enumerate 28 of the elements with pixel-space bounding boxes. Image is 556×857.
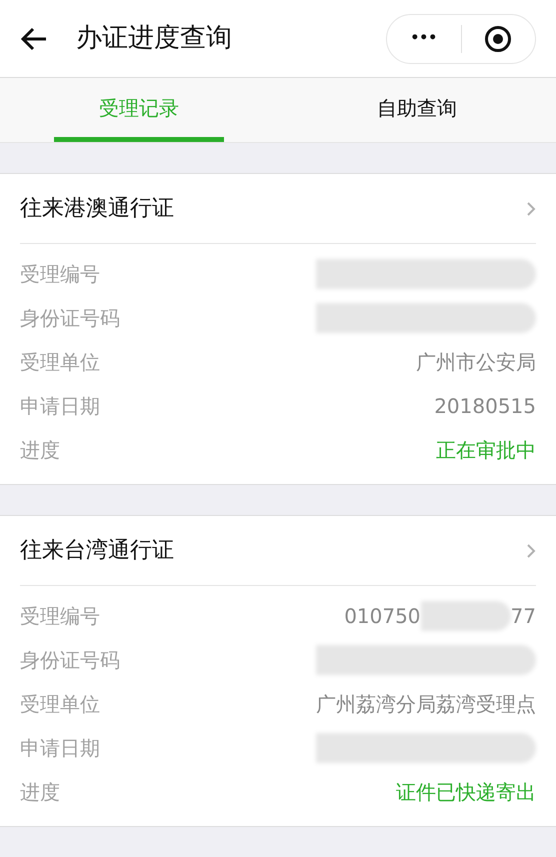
more-button[interactable]: ••• [387,28,460,49]
chevron-right-icon [526,542,536,558]
page-title: 办证进度查询 [76,22,233,55]
card-header[interactable]: 往来港澳通行证 [20,174,536,244]
field-value: 20180515 [434,393,536,420]
field-label: 身份证号码 [20,305,120,332]
field-label: 受理编号 [20,603,100,630]
field-label: 进度 [20,437,60,464]
tab[interactable]: 自助查询 [332,78,502,142]
close-target-icon[interactable] [484,24,512,52]
status-value: 证件已快递寄出 [396,779,536,806]
chevron-right-icon [526,200,536,216]
field-label: 受理单位 [20,691,100,718]
card-header[interactable]: 往来台湾通行证 [20,516,536,586]
field-label: 进度 [20,779,60,806]
status-value: 正在审批中 [436,437,536,464]
field-label: 申请日期 [20,393,100,420]
card-title: 往来台湾通行证 [20,537,175,565]
field-value: 广州市公安局 [416,349,536,376]
field-value: 77 [510,603,536,630]
card-title: 往来港澳通行证 [20,195,175,223]
field-label: 受理编号 [20,261,100,288]
field-label: 身份证号码 [20,647,120,674]
field-label: 申请日期 [20,735,100,762]
field-value: 010750 [344,603,421,630]
back-arrow-icon[interactable] [20,26,48,50]
field-value: 广州荔湾分局荔湾受理点 [316,691,536,718]
field-label: 受理单位 [20,349,100,376]
